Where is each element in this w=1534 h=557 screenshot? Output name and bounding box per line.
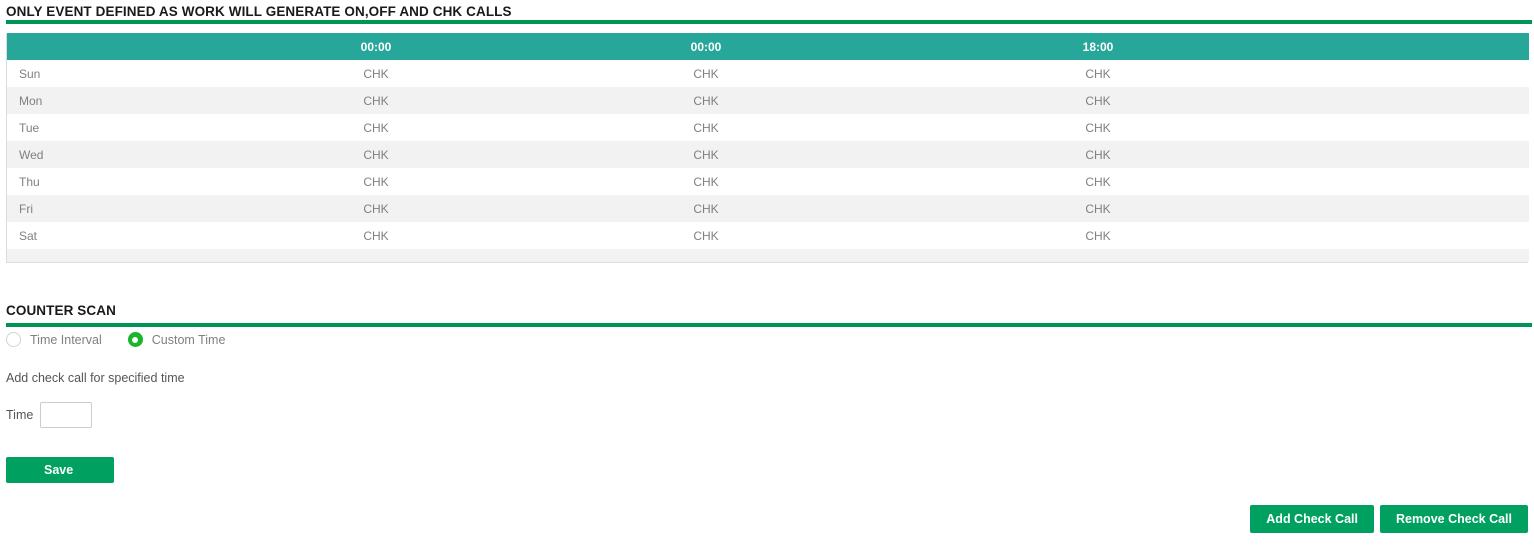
column-header-slot-3: 18:00 — [902, 33, 1294, 60]
row-day-label: Sun — [7, 60, 242, 87]
radio-label-time-interval: Time Interval — [30, 332, 102, 347]
footer-action-buttons: Add Check Call Remove Check Call — [1250, 505, 1528, 533]
cell-slot-2[interactable]: CHK — [510, 60, 902, 87]
cell-filler — [1294, 195, 1529, 222]
table-footer — [7, 249, 1529, 262]
counter-scan-title: COUNTER SCAN — [6, 303, 116, 318]
remove-check-call-button[interactable]: Remove Check Call — [1379, 505, 1528, 533]
radio-option-time-interval[interactable]: Time Interval — [6, 332, 102, 347]
time-field-row: Time — [6, 402, 93, 428]
row-day-label: Fri — [7, 195, 242, 222]
row-day-label: Tue — [7, 114, 242, 141]
table-body: Sun CHK CHK CHK Mon CHK CHK CHK Tue CHK … — [7, 60, 1529, 249]
row-day-label: Sat — [7, 222, 242, 249]
table-row: Wed CHK CHK CHK — [7, 141, 1529, 168]
scan-mode-radio-group: Time Interval Custom Time — [6, 332, 251, 347]
table-row: Tue CHK CHK CHK — [7, 114, 1529, 141]
cell-slot-3[interactable]: CHK — [902, 87, 1294, 114]
table-row: Fri CHK CHK CHK — [7, 195, 1529, 222]
table-footer-cell — [7, 249, 1529, 262]
cell-slot-2[interactable]: CHK — [510, 222, 902, 249]
radio-option-custom-time[interactable]: Custom Time — [127, 332, 226, 347]
cell-slot-2[interactable]: CHK — [510, 195, 902, 222]
counter-scan-helper-text: Add check call for specified time — [6, 371, 185, 385]
table-row: Mon CHK CHK CHK — [7, 87, 1529, 114]
cell-filler — [1294, 222, 1529, 249]
cell-slot-1[interactable]: CHK — [242, 114, 510, 141]
table-header: 00:00 00:00 18:00 — [7, 33, 1529, 60]
table-row: Sat CHK CHK CHK — [7, 222, 1529, 249]
work-section-divider — [6, 20, 1532, 24]
cell-filler — [1294, 114, 1529, 141]
page-root: ONLY EVENT DEFINED AS WORK WILL GENERATE… — [0, 0, 1534, 557]
cell-slot-1[interactable]: CHK — [242, 195, 510, 222]
row-day-label: Wed — [7, 141, 242, 168]
cell-filler — [1294, 141, 1529, 168]
cell-filler — [1294, 60, 1529, 87]
row-day-label: Mon — [7, 87, 242, 114]
time-field-label: Time — [6, 408, 34, 422]
cell-slot-3[interactable]: CHK — [902, 60, 1294, 87]
radio-unselected-icon[interactable] — [6, 332, 21, 347]
cell-slot-2[interactable]: CHK — [510, 168, 902, 195]
cell-slot-3[interactable]: CHK — [902, 168, 1294, 195]
counter-scan-divider — [6, 323, 1532, 327]
save-button[interactable]: Save — [6, 457, 114, 483]
cell-slot-2[interactable]: CHK — [510, 114, 902, 141]
time-input[interactable] — [40, 402, 93, 428]
cell-slot-1[interactable]: CHK — [242, 168, 510, 195]
cell-slot-3[interactable]: CHK — [902, 141, 1294, 168]
work-schedule-table: 00:00 00:00 18:00 Sun CHK CHK CHK Mon CH… — [7, 33, 1529, 262]
cell-slot-3[interactable]: CHK — [902, 114, 1294, 141]
cell-slot-3[interactable]: CHK — [902, 222, 1294, 249]
cell-slot-1[interactable]: CHK — [242, 87, 510, 114]
table-header-row: 00:00 00:00 18:00 — [7, 33, 1529, 60]
cell-slot-1[interactable]: CHK — [242, 60, 510, 87]
work-section-title: ONLY EVENT DEFINED AS WORK WILL GENERATE… — [6, 4, 512, 19]
column-header-slot-1: 00:00 — [242, 33, 510, 60]
cell-slot-3[interactable]: CHK — [902, 195, 1294, 222]
column-header-day — [7, 33, 242, 60]
cell-slot-1[interactable]: CHK — [242, 222, 510, 249]
table-row: Sun CHK CHK CHK — [7, 60, 1529, 87]
radio-selected-icon[interactable] — [127, 332, 143, 347]
radio-label-custom-time: Custom Time — [151, 332, 226, 347]
table-row: Thu CHK CHK CHK — [7, 168, 1529, 195]
cell-slot-2[interactable]: CHK — [510, 141, 902, 168]
column-header-filler — [1294, 33, 1529, 60]
cell-slot-1[interactable]: CHK — [242, 141, 510, 168]
table-footer-row — [7, 249, 1529, 262]
cell-filler — [1294, 87, 1529, 114]
cell-slot-2[interactable]: CHK — [510, 87, 902, 114]
work-schedule-table-container: 00:00 00:00 18:00 Sun CHK CHK CHK Mon CH… — [6, 33, 1529, 263]
column-header-slot-2: 00:00 — [510, 33, 902, 60]
cell-filler — [1294, 168, 1529, 195]
add-check-call-button[interactable]: Add Check Call — [1250, 505, 1374, 533]
row-day-label: Thu — [7, 168, 242, 195]
